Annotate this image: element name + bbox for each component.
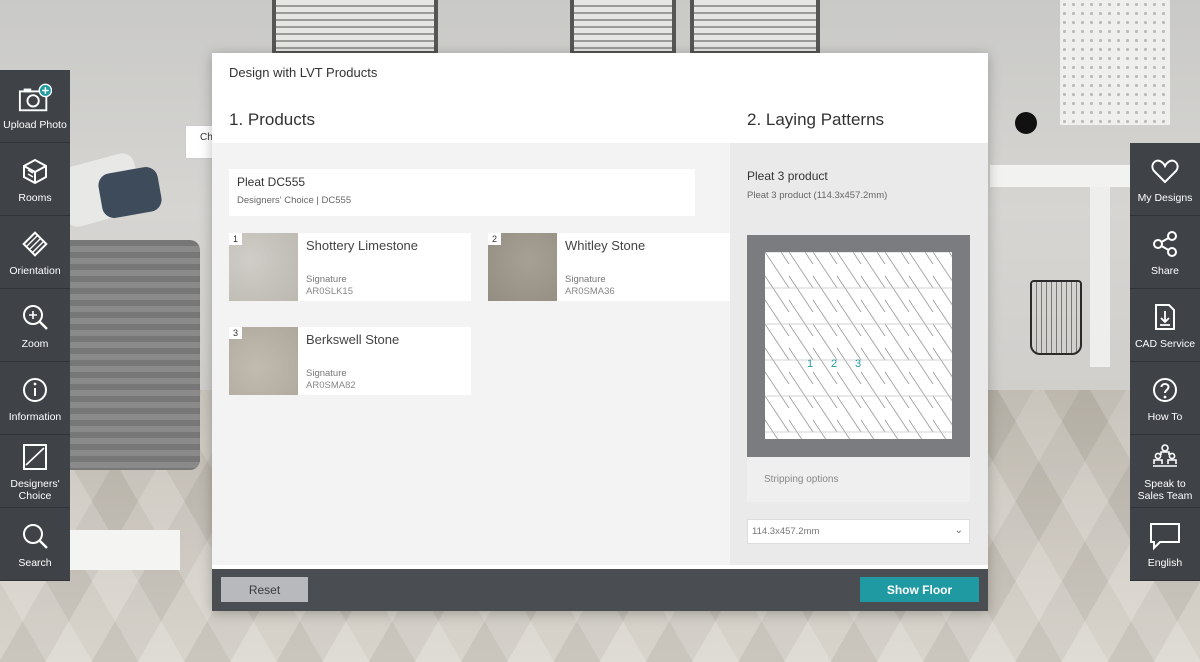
left-toolbar: Upload Photo Rooms Orientation Zoom Info… <box>0 70 70 581</box>
size-select-value: 114.3x457.2mm <box>752 526 820 537</box>
download-doc-icon <box>1148 300 1182 334</box>
selected-design-name: Pleat DC555 <box>237 175 306 189</box>
window-blind <box>570 0 676 55</box>
cad-service-label: CAD Service <box>1134 338 1196 350</box>
desk-lamp <box>1015 112 1037 134</box>
show-floor-button[interactable]: Show Floor <box>860 577 979 602</box>
heart-icon <box>1148 154 1182 188</box>
product-code: AR0SLK15 <box>306 286 354 297</box>
product-card-2[interactable]: 2 Whitley Stone Signature AR0SMA36 <box>488 233 730 301</box>
pattern-label-1: 1 <box>807 358 813 370</box>
chevron-down-icon: ⌄ <box>954 525 963 536</box>
pattern-label-3: 3 <box>855 358 861 370</box>
upload-photo-label: Upload Photo <box>3 119 67 131</box>
frame-icon <box>18 440 52 474</box>
camera-plus-icon <box>18 81 52 115</box>
speech-bubble-icon <box>1148 519 1182 553</box>
modal-footer: Reset Show Floor <box>212 569 988 611</box>
product-card-3[interactable]: 3 Berkswell Stone Signature AR0SMA82 <box>229 327 471 395</box>
info-circle-icon <box>18 373 52 407</box>
stripping-options[interactable]: Stripping options <box>747 457 970 502</box>
product-name: Whitley Stone <box>565 238 646 253</box>
reset-button[interactable]: Reset <box>221 577 308 602</box>
orientation-button[interactable]: Orientation <box>0 216 70 289</box>
product-code: AR0SMA82 <box>306 380 356 391</box>
cube-icon <box>18 154 52 188</box>
orientation-label: Orientation <box>9 265 61 277</box>
product-name: Berkswell Stone <box>306 332 400 347</box>
product-number: 3 <box>229 327 243 339</box>
search-label: Search <box>18 557 52 569</box>
share-icon <box>1148 227 1182 261</box>
speak-to-sales-label: Speak to Sales Team <box>1137 478 1193 502</box>
language-label: English <box>1147 557 1183 569</box>
how-to-label: How To <box>1147 411 1183 423</box>
product-name: Shottery Limestone <box>306 238 419 253</box>
product-card-1[interactable]: 1 Shottery Limestone Signature AR0SLK15 <box>229 233 471 301</box>
tile-rotate-icon <box>18 227 52 261</box>
pattern-preview[interactable]: 1 2 3 <box>747 235 970 457</box>
pattern-label-2: 2 <box>831 358 837 370</box>
magnifier-plus-icon <box>18 300 52 334</box>
search-button[interactable]: Search <box>0 508 70 581</box>
information-label: Information <box>8 411 62 423</box>
people-icon <box>1148 440 1182 474</box>
cad-service-button[interactable]: CAD Service <box>1130 289 1200 362</box>
modal-title: Design with LVT Products <box>229 65 378 80</box>
question-icon <box>1148 373 1182 407</box>
share-label: Share <box>1150 265 1180 277</box>
product-range: Signature <box>306 368 347 379</box>
pegboard <box>1060 0 1170 125</box>
products-heading: 1. Products <box>229 110 315 129</box>
my-designs-button[interactable]: My Designs <box>1130 143 1200 216</box>
upload-photo-button[interactable]: Upload Photo <box>0 70 70 143</box>
speak-to-sales-button[interactable]: Speak to Sales Team <box>1130 435 1200 508</box>
designers-choice-label: Designers' Choice <box>10 478 60 502</box>
window-blind <box>272 0 438 55</box>
my-designs-label: My Designs <box>1137 192 1193 204</box>
product-range: Signature <box>565 274 606 285</box>
how-to-button[interactable]: How To <box>1130 362 1200 435</box>
information-button[interactable]: Information <box>0 362 70 435</box>
designers-choice-button[interactable]: Designers' Choice <box>0 435 70 508</box>
waste-bin <box>1030 280 1082 355</box>
size-select[interactable]: 114.3x457.2mm ⌄ <box>747 519 970 544</box>
search-icon <box>18 519 52 553</box>
herringbone-diagram: 1 2 3 <box>765 252 952 439</box>
language-button[interactable]: English <box>1130 508 1200 581</box>
rooms-button[interactable]: Rooms <box>0 143 70 216</box>
share-button[interactable]: Share <box>1130 216 1200 289</box>
selected-design-sub: Designers' Choice | DC555 <box>237 195 352 206</box>
product-number: 1 <box>229 233 243 245</box>
design-modal: Design with LVT Products 1. Products 2. … <box>212 53 988 611</box>
selected-design-card: Pleat DC555 Designers' Choice | DC555 <box>229 169 695 216</box>
right-toolbar: My Designs Share CAD Service How To Spea… <box>1130 143 1200 581</box>
pattern-sub: Pleat 3 product (114.3x457.2mm) <box>747 190 888 201</box>
product-range: Signature <box>306 274 347 285</box>
window-blind <box>690 0 820 55</box>
product-code: AR0SMA36 <box>565 286 615 297</box>
pattern-name: Pleat 3 product <box>747 169 828 183</box>
rooms-label: Rooms <box>18 192 52 204</box>
zoom-label: Zoom <box>21 338 49 350</box>
product-number: 2 <box>488 233 502 245</box>
zoom-button[interactable]: Zoom <box>0 289 70 362</box>
patterns-heading: 2. Laying Patterns <box>747 110 885 129</box>
